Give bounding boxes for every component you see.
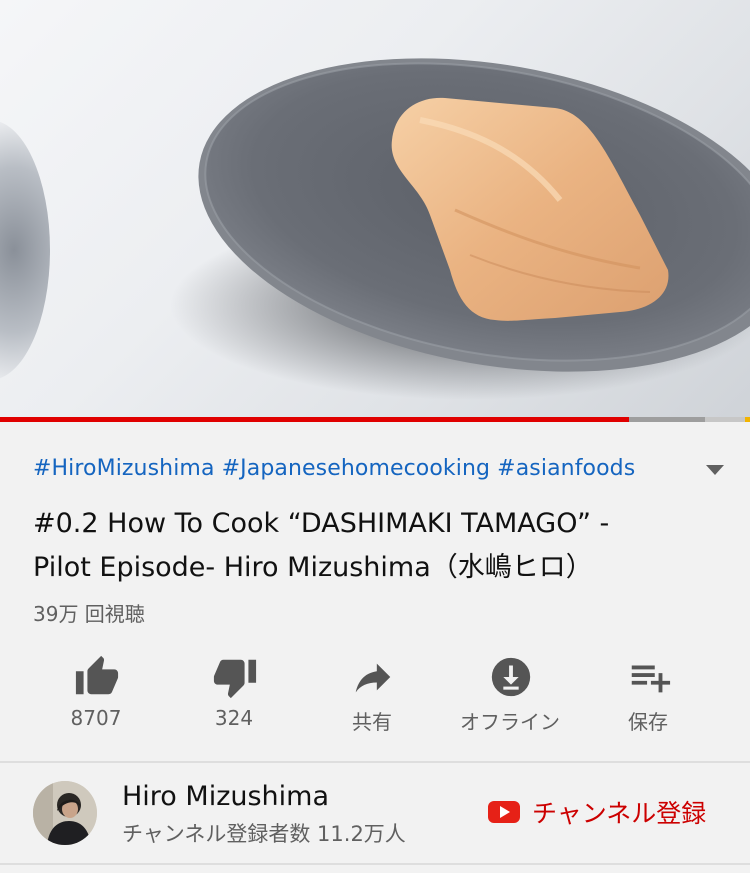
- video-buffer-bar: [628, 417, 705, 422]
- channel-name[interactable]: Hiro Mizushima: [122, 781, 329, 812]
- dislike-button[interactable]: 324: [174, 648, 294, 738]
- video-title-line2: Pilot Episode- Hiro Mizushima（水嶋ヒロ）: [33, 552, 593, 583]
- playlist-add-icon: [631, 665, 671, 693]
- video-title: #0.2 How To Cook “DASHIMAKI TAMAGO” - Pi…: [33, 502, 723, 590]
- offline-button[interactable]: オフライン: [450, 648, 570, 738]
- subscribe-button[interactable]: チャンネル登録: [488, 792, 706, 832]
- channel-avatar-image: [33, 781, 97, 845]
- share-icon: [355, 663, 391, 693]
- divider-top: [0, 761, 750, 763]
- like-button[interactable]: 8707: [36, 648, 156, 738]
- like-count: 8707: [70, 706, 122, 730]
- video-title-line1: #0.2 How To Cook “DASHIMAKI TAMAGO” -: [33, 508, 610, 539]
- channel-avatar[interactable]: [33, 781, 97, 845]
- share-label: 共有: [352, 710, 392, 734]
- save-button[interactable]: 保存: [588, 648, 708, 738]
- share-button[interactable]: 共有: [312, 648, 432, 738]
- save-label: 保存: [628, 710, 668, 734]
- youtube-logo-icon: [488, 801, 520, 823]
- video-hashtags[interactable]: #HiroMizushima #Japanesehomecooking #asi…: [33, 456, 635, 481]
- video-frame-dashimaki-plate: [170, 58, 750, 400]
- action-row: 8707 324 共有 オフライン 保存: [28, 648, 718, 738]
- dislike-count: 324: [214, 706, 254, 730]
- thumbs-down-icon: [213, 659, 257, 699]
- expand-description-icon[interactable]: [704, 462, 726, 478]
- offline-label: オフライン: [460, 710, 560, 734]
- download-icon: [491, 657, 531, 697]
- video-player[interactable]: [0, 0, 750, 420]
- video-progress-fill: [0, 417, 629, 422]
- view-count: 39万 回視聴: [33, 602, 145, 626]
- subscribe-label: チャンネル登録: [532, 799, 707, 828]
- subscriber-count: チャンネル登録者数 11.2万人: [122, 822, 406, 846]
- video-progress-end-marker: [745, 417, 750, 422]
- divider-bottom: [0, 863, 750, 865]
- thumbs-up-icon: [75, 655, 119, 695]
- video-progress-bar[interactable]: [0, 417, 750, 422]
